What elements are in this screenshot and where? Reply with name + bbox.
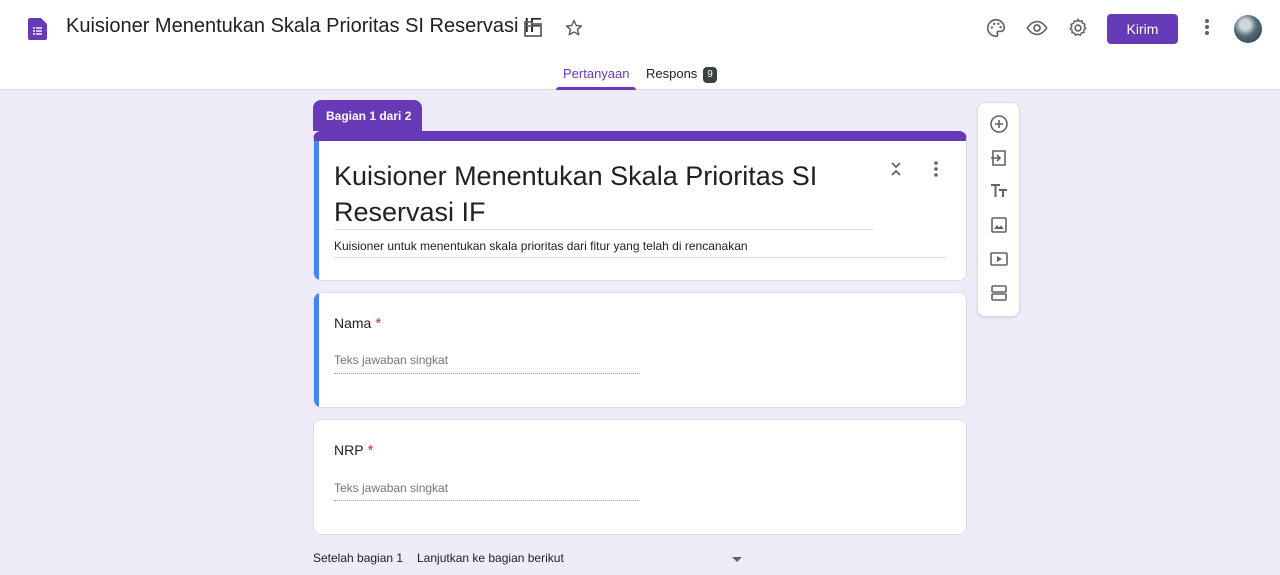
collapse-section-button[interactable] (886, 159, 906, 179)
after-section-select[interactable]: Lanjutkan ke bagian berikut (417, 551, 564, 565)
question-card-nrp[interactable]: NRP * Teks jawaban singkat (313, 419, 967, 535)
required-mark: * (375, 315, 382, 332)
google-forms-logo-icon[interactable] (28, 18, 48, 40)
add-image-icon (991, 217, 1007, 233)
tab-questions[interactable]: Pertanyaan (563, 66, 630, 81)
add-question-button[interactable] (988, 113, 1010, 135)
send-button[interactable]: Kirim (1107, 14, 1178, 44)
add-image-button[interactable] (988, 214, 1010, 236)
add-section-button[interactable] (988, 282, 1010, 304)
import-questions-button[interactable] (988, 147, 1010, 169)
add-question-icon (990, 115, 1008, 133)
palette-icon (987, 18, 1006, 38)
add-video-icon (990, 252, 1008, 266)
move-to-folder-button[interactable] (520, 16, 546, 42)
collapse-icon (891, 162, 901, 176)
preview-button[interactable] (1024, 15, 1050, 41)
customize-theme-button[interactable] (983, 15, 1009, 41)
required-mark: * (367, 442, 374, 459)
dropdown-arrow-icon[interactable] (732, 557, 742, 562)
answer-underline (334, 373, 640, 374)
add-video-button[interactable] (988, 248, 1010, 270)
answer-underline (334, 500, 640, 501)
document-title[interactable]: Kuisioner Menentukan Skala Prioritas SI … (66, 15, 542, 38)
short-answer-placeholder: Teks jawaban singkat (334, 353, 449, 367)
short-answer-placeholder: Teks jawaban singkat (334, 481, 449, 495)
eye-icon (1026, 20, 1048, 36)
form-title-card[interactable]: Kuisioner Menentukan Skala Prioritas SI … (313, 131, 967, 281)
section-indicator-tab: Bagian 1 dari 2 (313, 100, 422, 131)
active-card-accent (314, 141, 319, 280)
top-header: Kuisioner Menentukan Skala Prioritas SI … (0, 0, 1280, 90)
add-title-button[interactable] (988, 180, 1010, 202)
active-tab-indicator (556, 87, 636, 90)
question-label: NRP * (334, 442, 373, 459)
star-button[interactable] (561, 15, 587, 41)
form-description-field[interactable]: Kuisioner untuk menentukan skala priorit… (334, 239, 748, 253)
more-options-button[interactable] (1194, 14, 1220, 40)
question-card-nama[interactable]: Nama * Teks jawaban singkat (313, 292, 967, 408)
responses-count-badge: 9 (703, 67, 717, 83)
gear-icon (1069, 18, 1087, 37)
import-questions-icon (991, 150, 1006, 166)
description-underline (334, 257, 946, 258)
question-title: NRP (334, 442, 364, 458)
after-section-label: Setelah bagian 1 (313, 551, 404, 565)
star-icon (565, 19, 583, 36)
folder-icon (524, 21, 542, 37)
question-label: Nama * (334, 315, 381, 332)
title-underline (334, 229, 874, 230)
add-section-icon (991, 285, 1007, 301)
settings-button[interactable] (1065, 15, 1091, 41)
add-title-icon (991, 184, 1007, 197)
tab-responses[interactable]: Respons (646, 66, 697, 81)
account-avatar[interactable] (1234, 15, 1262, 43)
floating-toolbar (977, 102, 1020, 317)
question-title: Nama (334, 315, 372, 331)
active-card-accent (314, 293, 319, 407)
section-more-options-button[interactable] (926, 159, 946, 179)
more-vert-icon (934, 161, 938, 177)
more-vert-icon (1205, 19, 1209, 35)
form-title-field[interactable]: Kuisioner Menentukan Skala Prioritas SI … (334, 158, 874, 230)
